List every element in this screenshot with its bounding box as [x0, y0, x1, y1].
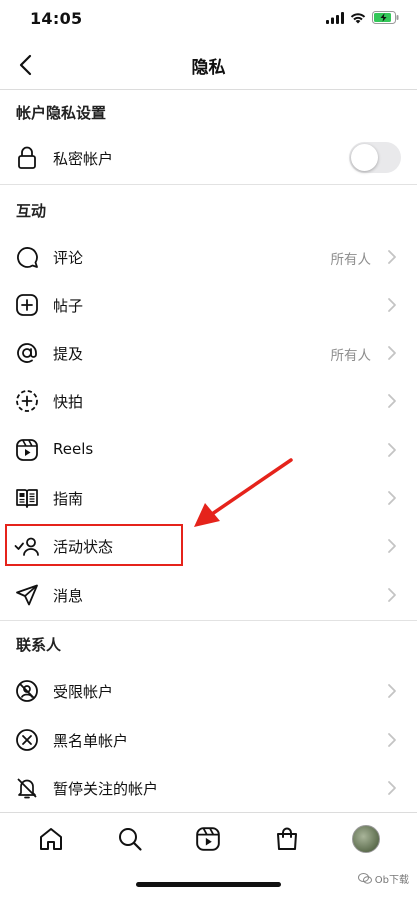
- story-plus-icon: [14, 388, 40, 414]
- at-icon: [14, 340, 40, 366]
- row-label: 黑名单帐户: [53, 732, 129, 750]
- watermark: Ob下载: [357, 871, 409, 886]
- guide-book-icon: [14, 485, 40, 511]
- highlight-box: [5, 524, 183, 566]
- status-icons: [326, 11, 399, 24]
- chevron-right-icon: [388, 491, 396, 505]
- section-title-interactions: 互动: [16, 202, 47, 220]
- toggle-knob: [351, 144, 378, 171]
- tab-profile[interactable]: [346, 819, 386, 859]
- connection-row-blocked[interactable]: 黑名单帐户: [0, 716, 417, 764]
- status-time: 14:05: [30, 9, 83, 28]
- reels-icon: [14, 437, 40, 463]
- section-title-connections: 联系人: [16, 636, 62, 654]
- row-value: 所有人: [330, 252, 372, 268]
- section-divider: [0, 184, 417, 185]
- chevron-right-icon: [388, 346, 396, 360]
- lock-icon: [14, 145, 40, 171]
- row-label: 指南: [53, 490, 84, 508]
- tab-shop[interactable]: [267, 819, 307, 859]
- row-label: 暂停关注的帐户: [53, 780, 159, 798]
- tab-bar: [0, 813, 417, 865]
- nav-divider: [0, 89, 417, 90]
- home-indicator: [136, 882, 281, 887]
- row-label: 受限帐户: [53, 683, 114, 701]
- nav-bar: 隐私: [0, 40, 417, 90]
- watermark-text: Ob下载: [374, 875, 409, 886]
- interaction-row-guides[interactable]: 指南: [0, 474, 417, 522]
- interaction-row-comments[interactable]: 评论 所有人: [0, 233, 417, 281]
- tab-search[interactable]: [110, 819, 150, 859]
- wechat-icon: [357, 873, 372, 884]
- shop-icon: [277, 827, 298, 850]
- avatar: [351, 825, 380, 853]
- chevron-right-icon: [388, 394, 396, 408]
- status-bar: 14:05: [0, 0, 417, 40]
- chevron-right-icon: [388, 539, 396, 553]
- tab-home[interactable]: [31, 819, 71, 859]
- connection-row-restricted[interactable]: 受限帐户: [0, 667, 417, 715]
- blocked-icon: [14, 727, 40, 753]
- chevron-right-icon: [388, 298, 396, 312]
- section-divider: [0, 620, 417, 621]
- plus-square-icon: [14, 292, 40, 318]
- row-label: 快拍: [53, 393, 84, 411]
- row-label: 提及: [53, 345, 84, 363]
- row-value: 所有人: [330, 348, 372, 364]
- tab-reels[interactable]: [188, 819, 228, 859]
- chevron-right-icon: [388, 443, 396, 457]
- interaction-row-reels[interactable]: Reels: [0, 426, 417, 474]
- private-account-label: 私密帐户: [53, 150, 114, 168]
- interaction-row-mentions[interactable]: 提及 所有人: [0, 329, 417, 377]
- interaction-row-posts[interactable]: 帖子: [0, 281, 417, 329]
- chevron-right-icon: [388, 250, 396, 264]
- chevron-right-icon: [388, 733, 396, 747]
- row-label: 评论: [53, 249, 84, 267]
- chevron-right-icon: [388, 588, 396, 602]
- row-label: 帖子: [53, 297, 84, 315]
- private-account-row[interactable]: 私密帐户: [0, 134, 417, 182]
- chevron-right-icon: [388, 781, 396, 795]
- comment-icon: [14, 244, 40, 270]
- send-icon: [14, 582, 40, 608]
- battery-charging-icon: [372, 11, 399, 24]
- interaction-row-messages[interactable]: 消息: [0, 571, 417, 619]
- private-account-toggle[interactable]: [349, 142, 401, 173]
- muted-bell-icon: [14, 775, 40, 801]
- row-label: Reels: [53, 440, 94, 458]
- restricted-icon: [14, 678, 40, 704]
- section-title-account-privacy: 帐户隐私设置: [16, 104, 107, 122]
- chevron-right-icon: [388, 684, 396, 698]
- row-label: 消息: [53, 587, 84, 605]
- search-icon: [118, 828, 142, 851]
- page-title: 隐私: [191, 58, 226, 78]
- reels-icon: [196, 827, 221, 851]
- home-icon: [40, 828, 63, 850]
- interaction-row-story[interactable]: 快拍: [0, 377, 417, 425]
- signal-icon: [326, 11, 344, 24]
- wifi-icon: [350, 12, 366, 23]
- connection-row-muted[interactable]: 暂停关注的帐户: [0, 764, 417, 812]
